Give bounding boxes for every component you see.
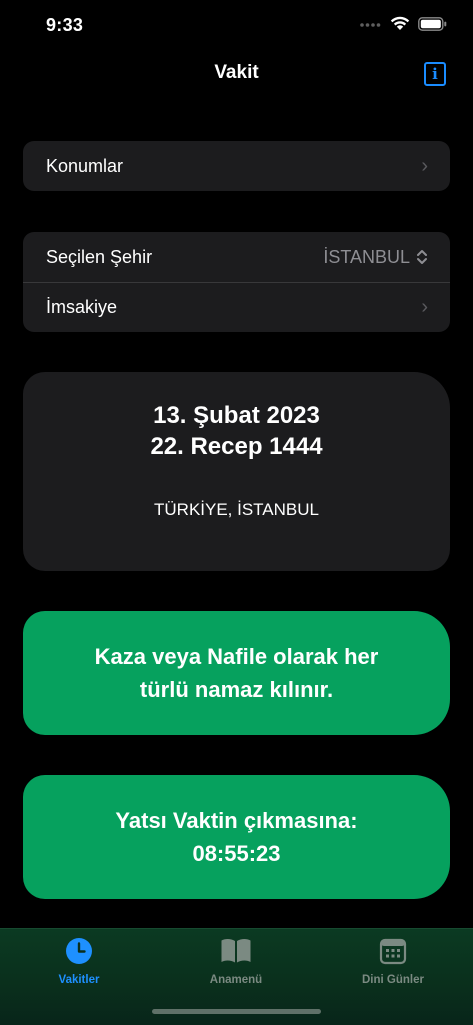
- page-title: Vakit: [214, 62, 259, 83]
- tab-bar: Vakitler Anamenü Dini Günler: [0, 928, 473, 1025]
- status-time: 9:33: [46, 15, 84, 35]
- prayer-info-line2: türlü namaz kılınır.: [139, 677, 334, 702]
- info-button[interactable]: i: [424, 62, 446, 86]
- book-icon: [221, 939, 251, 963]
- tab-anamenu[interactable]: Anamenü: [176, 937, 296, 986]
- gregorian-date: 13. Şubat 2023: [153, 402, 320, 429]
- city-group: Seçilen Şehir İSTANBUL İmsakiye ›: [23, 232, 450, 332]
- cellular-signal-icon: [360, 22, 381, 27]
- date-card: 13. Şubat 2023 22. Recep 1444 TÜRKİYE, İ…: [23, 372, 450, 571]
- imsakiye-row[interactable]: İmsakiye ›: [23, 282, 450, 332]
- selected-city-row[interactable]: Seçilen Şehir İSTANBUL: [23, 232, 450, 282]
- tab-vakitler-label: Vakitler: [58, 974, 100, 986]
- selected-city-value[interactable]: İSTANBUL: [323, 247, 410, 268]
- locations-label: Konumlar: [46, 155, 124, 176]
- battery-icon: [418, 16, 447, 31]
- chevron-right-icon: ›: [421, 296, 428, 318]
- status-bar: 9:33: [0, 0, 473, 50]
- countdown-text: Yatsı Vaktin çıkmasına: 08:55:23: [115, 804, 357, 870]
- tab-anamenu-label: Anamenü: [209, 974, 263, 986]
- selected-city-label: Seçilen Şehir: [46, 246, 153, 267]
- prayer-info-text: Kaza veya Nafile olarak her türlü namaz …: [95, 640, 379, 706]
- tab-dini-gunler[interactable]: Dini Günler: [333, 937, 453, 986]
- locations-row[interactable]: Konumlar ›: [23, 141, 450, 191]
- countdown-card: Yatsı Vaktin çıkmasına: 08:55:23: [23, 775, 450, 899]
- countdown-time: 08:55:23: [192, 841, 281, 866]
- locations-group: Konumlar ›: [23, 141, 450, 191]
- chevron-up-down-icon: [417, 250, 427, 264]
- prayer-info-card: Kaza veya Nafile olarak her türlü namaz …: [23, 611, 450, 735]
- clock-icon: [66, 938, 92, 964]
- chevron-right-icon: ›: [421, 154, 428, 177]
- hijri-date: 22. Recep 1444: [150, 433, 323, 460]
- tab-dini-gunler-label: Dini Günler: [362, 974, 424, 986]
- location-text: TÜRKİYE, İSTANBUL: [154, 500, 319, 519]
- home-indicator: [152, 1009, 321, 1014]
- prayer-info-line1: Kaza veya Nafile olarak her: [94, 644, 379, 669]
- tab-vakitler[interactable]: Vakitler: [19, 937, 139, 986]
- imsakiye-label: İmsakiye: [46, 297, 118, 317]
- wifi-icon: [390, 16, 410, 30]
- status-icons: [360, 16, 447, 31]
- calendar-icon: [379, 938, 407, 965]
- countdown-label: Yatsı Vaktin çıkmasına:: [115, 808, 358, 833]
- info-icon: i: [432, 65, 438, 83]
